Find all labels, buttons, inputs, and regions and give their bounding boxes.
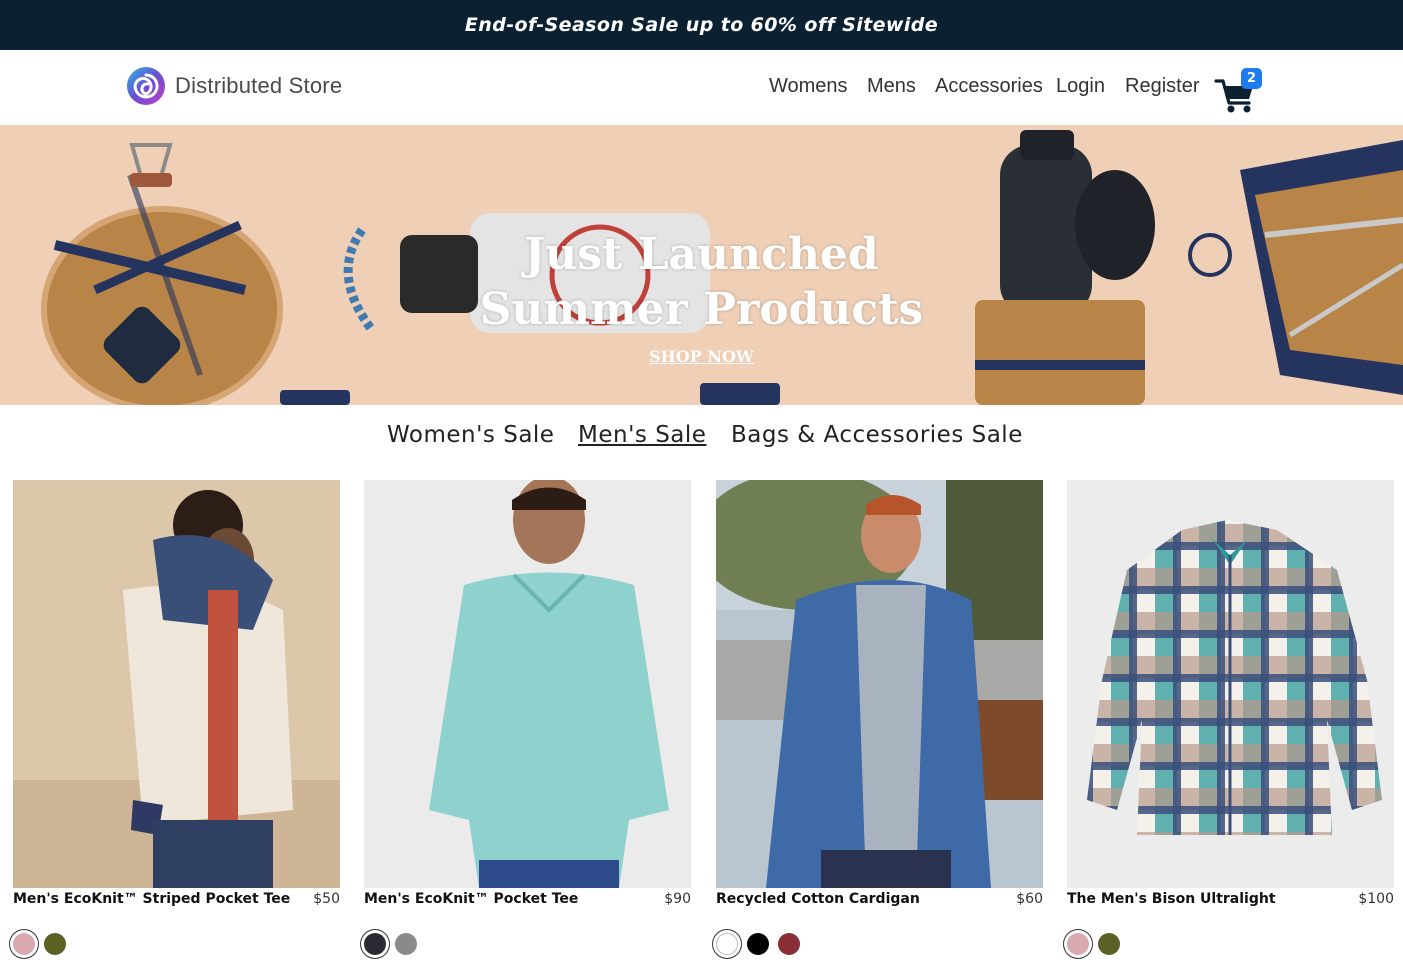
swatch-pink[interactable] (13, 933, 35, 955)
nav-register[interactable]: Register (1125, 75, 1199, 98)
promo-banner: End-of-Season Sale up to 60% off Sitewid… (0, 0, 1403, 50)
swatch-white[interactable] (716, 933, 738, 955)
hero-title-line-2: Summer Products (479, 284, 924, 335)
swatch-olive[interactable] (1098, 933, 1120, 955)
color-swatches (716, 933, 809, 955)
color-swatches (1067, 933, 1129, 955)
nav-accessories[interactable]: Accessories (935, 75, 1043, 98)
swatch-pink[interactable] (1067, 933, 1089, 955)
product-price: $50 (313, 891, 340, 907)
product-photo-fleece-jacket (13, 480, 340, 888)
swatch-burgundy[interactable] (778, 933, 800, 955)
product-name[interactable]: Men's EcoKnit™ Pocket Tee (364, 891, 578, 907)
tab-womens-sale[interactable]: Women's Sale (387, 422, 554, 448)
tab-mens-sale[interactable]: Men's Sale (578, 422, 706, 448)
cart-count-badge: 2 (1241, 68, 1262, 89)
hero-banner[interactable]: Just Launched Summer Products SHOP NOW (0, 125, 1403, 405)
product-card[interactable]: The Men's Bison Ultralight $100 (1067, 480, 1394, 955)
store-name: Distributed Store (175, 73, 343, 98)
swatch-olive[interactable] (44, 933, 66, 955)
product-name[interactable]: Men's EcoKnit™ Striped Pocket Tee (13, 891, 290, 907)
product-price: $90 (664, 891, 691, 907)
product-card[interactable]: Men's EcoKnit™ Striped Pocket Tee $50 (13, 480, 340, 955)
product-card[interactable]: Recycled Cotton Cardigan $60 (716, 480, 1043, 955)
cart-button[interactable]: 2 (1214, 68, 1264, 113)
spiral-logo-icon (127, 67, 165, 105)
swatch-gray[interactable] (395, 933, 417, 955)
product-name[interactable]: The Men's Bison Ultralight (1067, 891, 1276, 907)
store-logo[interactable]: Distributed Store (126, 66, 342, 106)
product-price: $60 (1016, 891, 1043, 907)
site-header: Distributed Store Womens Mens Accessorie… (0, 50, 1403, 125)
category-tabs: Women's Sale Men's Sale Bags & Accessori… (0, 422, 1403, 456)
product-image[interactable] (364, 480, 691, 888)
promo-text: End-of-Season Sale up to 60% off Sitewid… (464, 14, 939, 36)
product-image[interactable] (1067, 480, 1394, 888)
shop-now-link[interactable]: SHOP NOW (649, 347, 754, 366)
swatch-black[interactable] (747, 933, 769, 955)
product-photo-cardigan (716, 480, 1043, 888)
product-card[interactable]: Men's EcoKnit™ Pocket Tee $90 (364, 480, 691, 955)
nav-mens[interactable]: Mens (867, 75, 916, 98)
hero-cta-wrapper: SHOP NOW (0, 347, 1403, 366)
color-swatches (364, 933, 426, 955)
nav-womens[interactable]: Womens (769, 75, 848, 98)
nav-login[interactable]: Login (1056, 75, 1105, 98)
tab-bags-accessories-sale[interactable]: Bags & Accessories Sale (731, 422, 1023, 448)
hero-title-line-1: Just Launched (524, 229, 879, 280)
color-swatches (13, 933, 75, 955)
product-price: $100 (1358, 891, 1394, 907)
product-photo-pocket-tee (364, 480, 691, 888)
product-image[interactable] (13, 480, 340, 888)
swatch-charcoal[interactable] (364, 933, 386, 955)
product-photo-flannel-shirt (1067, 480, 1394, 888)
product-name[interactable]: Recycled Cotton Cardigan (716, 891, 920, 907)
product-image[interactable] (716, 480, 1043, 888)
